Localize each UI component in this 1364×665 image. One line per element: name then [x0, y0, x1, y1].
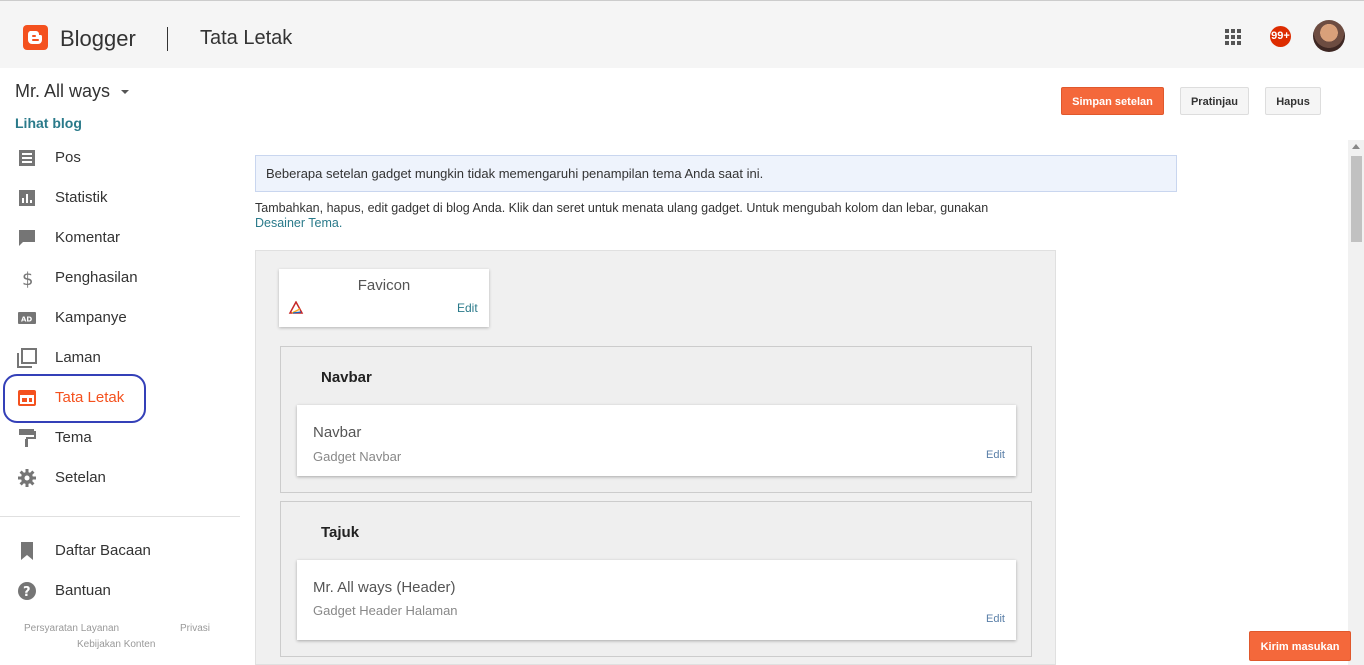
- notification-badge[interactable]: 99+: [1270, 26, 1291, 47]
- sidebar-item-label: Komentar: [55, 229, 121, 246]
- annotation-highlight-ring: [3, 374, 146, 423]
- dollar-icon: $: [22, 269, 33, 288]
- sidebar-item-pages[interactable]: Laman: [0, 338, 240, 378]
- svg-text:?: ?: [23, 585, 31, 600]
- view-blog-link[interactable]: Lihat blog: [15, 115, 82, 131]
- avatar[interactable]: [1313, 20, 1345, 52]
- gadget-name: Mr. All ways (Header): [313, 579, 456, 596]
- help-icon: ?: [18, 582, 36, 600]
- section-header: Tajuk Mr. All ways (Header) Gadget Heade…: [280, 501, 1032, 657]
- content-policy-link[interactable]: Kebijakan Konten: [77, 639, 155, 650]
- svg-text:$: $: [22, 269, 33, 288]
- sidebar-item-label: Kampanye: [55, 309, 127, 326]
- brand-name[interactable]: Blogger: [60, 26, 136, 52]
- sidebar-item-theme[interactable]: Tema: [0, 418, 240, 458]
- navbar-gadget[interactable]: Navbar Gadget Navbar Edit: [297, 405, 1016, 476]
- top-bar: Blogger Tata Letak 99+: [0, 0, 1364, 68]
- gadget-type: Gadget Header Halaman: [313, 603, 458, 618]
- ad-icon: AD: [18, 312, 36, 324]
- section-title: Navbar: [321, 369, 372, 386]
- section-navbar: Navbar Navbar Gadget Navbar Edit: [280, 346, 1032, 493]
- bookmark-icon: [21, 542, 33, 560]
- sidebar-divider: [0, 516, 240, 517]
- favicon-edit-link[interactable]: Edit: [457, 301, 478, 315]
- send-feedback-button[interactable]: Kirim masukan: [1249, 631, 1351, 661]
- sidebar-item-campaigns[interactable]: AD Kampanye: [0, 298, 240, 338]
- favicon-gadget[interactable]: Favicon Edit: [279, 269, 489, 327]
- gadget-type: Gadget Navbar: [313, 449, 402, 464]
- description-body: Tambahkan, hapus, edit gadget di blog An…: [255, 201, 989, 215]
- sidebar-item-reading-list[interactable]: Daftar Bacaan: [0, 531, 240, 571]
- favicon-title: Favicon: [357, 277, 411, 294]
- scroll-up-arrow-icon[interactable]: [1352, 144, 1360, 149]
- sidebar-item-label: Statistik: [55, 189, 108, 206]
- privacy-link[interactable]: Privasi: [180, 623, 210, 634]
- header-divider: [167, 27, 168, 51]
- section-title: Tajuk: [321, 524, 360, 541]
- sidebar-item-help[interactable]: ? Bantuan: [0, 571, 240, 611]
- save-settings-button[interactable]: Simpan setelan: [1061, 87, 1164, 115]
- sidebar-item-label: Pos: [55, 149, 81, 166]
- sidebar-item-posts[interactable]: Pos: [0, 138, 240, 178]
- navbar-edit-link[interactable]: Edit: [986, 449, 1005, 461]
- caret-down-icon[interactable]: [121, 90, 129, 94]
- gear-icon: [18, 469, 36, 487]
- blogger-logo-icon[interactable]: [23, 25, 48, 50]
- sidebar-item-label: Bantuan: [55, 582, 111, 599]
- sidebar-item-label: Tema: [55, 429, 92, 446]
- sidebar-item-label: Penghasilan: [55, 269, 138, 286]
- blog-name-selector[interactable]: Mr. All ways: [15, 81, 110, 102]
- posts-icon: [19, 150, 35, 166]
- gadget-name: Navbar: [313, 424, 362, 441]
- stats-icon: [19, 190, 35, 206]
- header-gadget[interactable]: Mr. All ways (Header) Gadget Header Hala…: [297, 560, 1016, 640]
- scrollbar-thumb[interactable]: [1351, 156, 1362, 242]
- header-edit-link[interactable]: Edit: [986, 613, 1005, 625]
- terms-link[interactable]: Persyaratan Layanan: [24, 623, 119, 634]
- page-title: Tata Letak: [200, 27, 293, 49]
- favicon-image-icon: [288, 301, 304, 314]
- comment-icon: [19, 230, 35, 246]
- theme-designer-link[interactable]: Desainer Tema.: [255, 216, 342, 230]
- pages-icon: [17, 348, 37, 368]
- sidebar-item-settings[interactable]: Setelan: [0, 458, 240, 498]
- sidebar-item-label: Setelan: [55, 469, 106, 486]
- svg-text:AD: AD: [21, 316, 32, 324]
- paint-roller-icon: [19, 429, 36, 447]
- sidebar-item-comments[interactable]: Komentar: [0, 218, 240, 258]
- sidebar-item-label: Daftar Bacaan: [55, 542, 151, 559]
- sidebar-item-stats[interactable]: Statistik: [0, 178, 240, 218]
- delete-button[interactable]: Hapus: [1265, 87, 1321, 115]
- sidebar-item-label: Laman: [55, 349, 101, 366]
- sidebar-item-earnings[interactable]: $ Penghasilan: [0, 258, 240, 298]
- info-message: Beberapa setelan gadget mungkin tidak me…: [255, 155, 1177, 192]
- description-text: Tambahkan, hapus, edit gadget di blog An…: [255, 201, 1075, 231]
- apps-grid-icon[interactable]: [1225, 29, 1241, 45]
- preview-button[interactable]: Pratinjau: [1180, 87, 1249, 115]
